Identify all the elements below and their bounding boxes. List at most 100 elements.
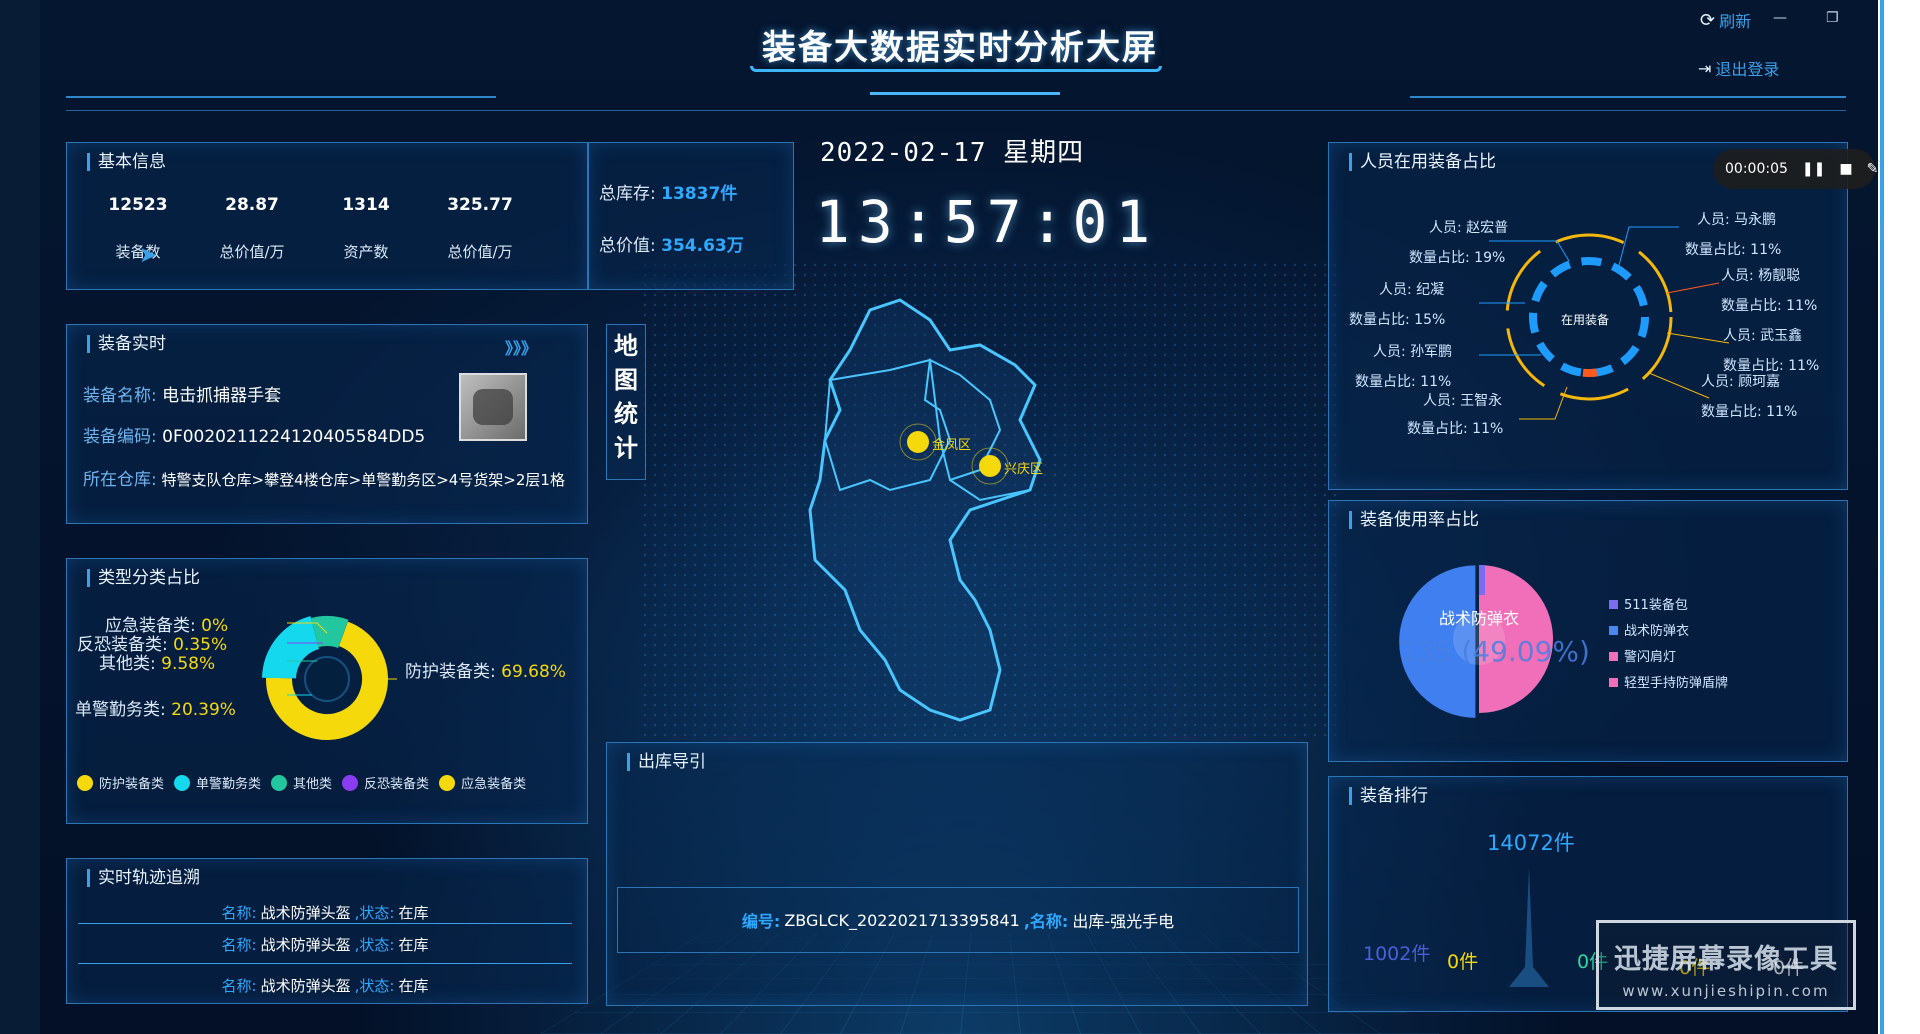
- stop-icon[interactable]: ■: [1839, 161, 1852, 177]
- legend-dot: [439, 775, 455, 791]
- watermark-url: www.xunjieshipin.com: [1599, 982, 1853, 1000]
- equipment-name-value: 电击抓捕器手套: [162, 386, 281, 406]
- equipment-code-row: 装备编码: 0F0020211224120405584DD5: [83, 422, 425, 447]
- logout-button[interactable]: ⇥ 退出登录: [1698, 56, 1779, 80]
- personnel-entry: 人员: 赵宏普 数量占比: 19%: [1389, 213, 1508, 273]
- track-title: 实时轨迹追溯: [87, 869, 200, 887]
- legend-swatch: [1609, 678, 1618, 687]
- pen-icon[interactable]: ✎: [1867, 161, 1879, 177]
- legend-dot: [174, 775, 190, 791]
- track-status-value: 在库: [398, 902, 428, 923]
- refresh-button[interactable]: ⟳ 刷新: [1700, 8, 1751, 32]
- current-date: 2022-02-17 星期四: [820, 132, 1084, 169]
- personnel-ratio: 数量占比: 15%: [1349, 305, 1445, 335]
- usage-ratio-panel: 装备使用率占比 战术防弹衣 135 (49.09%) 511装备包 战术防弹衣 …: [1328, 500, 1848, 762]
- inventory-total-value: 总价值: 354.63万: [599, 231, 744, 256]
- type-label-name: 其他类:: [99, 654, 156, 674]
- legend-item[interactable]: 应急装备类: [439, 773, 526, 792]
- outbound-name-label: ,名称:: [1024, 908, 1068, 932]
- personnel-name: 人员: 孙军鹏: [1355, 337, 1452, 367]
- personnel-ratio: 数量占比: 19%: [1389, 243, 1508, 273]
- legend-item[interactable]: 防护装备类: [77, 773, 164, 792]
- legend-label: 其他类: [293, 773, 332, 792]
- window-minimize-button[interactable]: —: [1773, 10, 1787, 26]
- ranking-title: 装备排行: [1349, 787, 1428, 805]
- stat-value: 28.87: [197, 195, 307, 215]
- refresh-label: 刷新: [1719, 8, 1751, 32]
- personnel-ratio-panel: 人员在用装备占比 在用装备 人员: 赵宏普 数量占比: 19% 人员: 纪凝 数量占…: [1328, 142, 1848, 490]
- stat-label: 资产数: [311, 241, 421, 262]
- map-title-char: 图: [607, 363, 645, 397]
- track-name-value: 战术防弹头盔: [261, 975, 351, 996]
- leader-line: [1617, 227, 1679, 273]
- outbound-record[interactable]: 编号: ZBGLCK_2022021713395841 ,名称: 出库-强光手电: [617, 887, 1299, 953]
- leader-line: [1519, 387, 1567, 419]
- legend-label: 防护装备类: [99, 773, 164, 792]
- equipment-photo-shape: [473, 389, 513, 425]
- type-label-value: 69.68%: [501, 662, 566, 682]
- usage-ratio-title: 装备使用率占比: [1349, 511, 1479, 529]
- legend-item[interactable]: 反恐装备类: [342, 773, 429, 792]
- usage-legend: 511装备包 战术防弹衣 警闪肩灯 轻型手持防弹盾牌: [1609, 593, 1728, 697]
- type-label-other: 其他类: 9.58%: [99, 649, 215, 674]
- leader-line: [1667, 333, 1729, 343]
- window-restore-button[interactable]: ❐: [1826, 10, 1839, 26]
- recorder-time: 00:00:05: [1725, 161, 1788, 177]
- track-row: 名称: 战术防弹头盔 ,状态: 在库: [78, 896, 572, 924]
- personnel-entry: 人员: 顾珂嘉 数量占比: 11%: [1701, 367, 1797, 427]
- pause-icon[interactable]: ❚❚: [1802, 161, 1825, 177]
- map-title-char: 计: [607, 431, 645, 465]
- outbound-code-value: ZBGLCK_2022021713395841: [784, 911, 1020, 930]
- legend-item[interactable]: 511装备包: [1609, 593, 1728, 619]
- usage-center-value: 135 (49.09%): [1399, 635, 1590, 668]
- inventory-panel: 总库存: 13837件 总价值: 354.63万: [588, 142, 794, 290]
- stat-label: 总价值/万: [197, 241, 307, 262]
- chevron-right-icon[interactable]: 》》》: [505, 335, 537, 359]
- logout-label: 退出登录: [1715, 56, 1779, 80]
- legend-label: 单警勤务类: [196, 773, 261, 792]
- ranking-value-1: 1002件: [1363, 939, 1430, 966]
- ring-center-label: 在用装备: [1561, 311, 1609, 328]
- legend-item[interactable]: 轻型手持防弹盾牌: [1609, 671, 1728, 697]
- leader-line: [1649, 373, 1709, 398]
- pie-slice-bag: [1479, 565, 1485, 595]
- legend-item[interactable]: 单警勤务类: [174, 773, 261, 792]
- track-status-value: 在库: [398, 975, 428, 996]
- legend-label: 警闪肩灯: [1624, 650, 1676, 665]
- legend-item[interactable]: 战术防弹衣: [1609, 619, 1728, 645]
- track-status-label: ,状态:: [355, 975, 395, 996]
- refresh-icon: ⟳: [1700, 10, 1715, 31]
- region-map[interactable]: [800, 290, 1120, 740]
- map-marker-jinfeng[interactable]: [907, 431, 929, 453]
- legend-label: 战术防弹衣: [1624, 624, 1689, 639]
- type-label-protection: 防护装备类: 69.68%: [405, 657, 566, 682]
- legend-item[interactable]: 其他类: [271, 773, 332, 792]
- personnel-name: 人员: 纪凝: [1349, 275, 1445, 305]
- track-name-label: 名称:: [222, 902, 257, 923]
- type-label-name: 单警勤务类:: [75, 700, 166, 720]
- outbound-code-label: 编号:: [742, 908, 780, 932]
- pie-center: [305, 657, 349, 701]
- equipment-name-row: 装备名称: 电击抓捕器手套: [83, 381, 281, 406]
- type-label-police-duty: 单警勤务类: 20.39%: [75, 695, 236, 720]
- outbound-title: 出库导引: [627, 753, 706, 771]
- stat-label: 装备数: [83, 241, 193, 262]
- map-label-jinfeng: 金凤区: [932, 434, 971, 453]
- ranking-peak-shape: [1489, 867, 1569, 987]
- legend-dot: [342, 775, 358, 791]
- type-label-value: 20.39%: [171, 700, 236, 720]
- scroll-edge: [1880, 0, 1884, 1034]
- map-marker-xingqing[interactable]: [979, 455, 1001, 477]
- personnel-ratio: 数量占比: 11%: [1407, 415, 1503, 443]
- stat-value: 1314: [311, 195, 421, 215]
- legend-swatch: [1609, 652, 1618, 661]
- page-title: 装备大数据实时分析大屏: [760, 20, 1160, 69]
- legend-label: 511装备包: [1624, 598, 1688, 613]
- stat-total-value-1: 28.87 总价值/万: [197, 195, 307, 262]
- track-status-label: ,状态:: [355, 934, 395, 955]
- watermark-title: 迅捷屏幕录像工具: [1599, 937, 1853, 976]
- legend-item[interactable]: 警闪肩灯: [1609, 645, 1728, 671]
- outbound-name-value: 出库-强光手电: [1072, 908, 1174, 932]
- stat-value: 12523: [83, 195, 193, 215]
- basic-info-title: 基本信息: [87, 153, 166, 171]
